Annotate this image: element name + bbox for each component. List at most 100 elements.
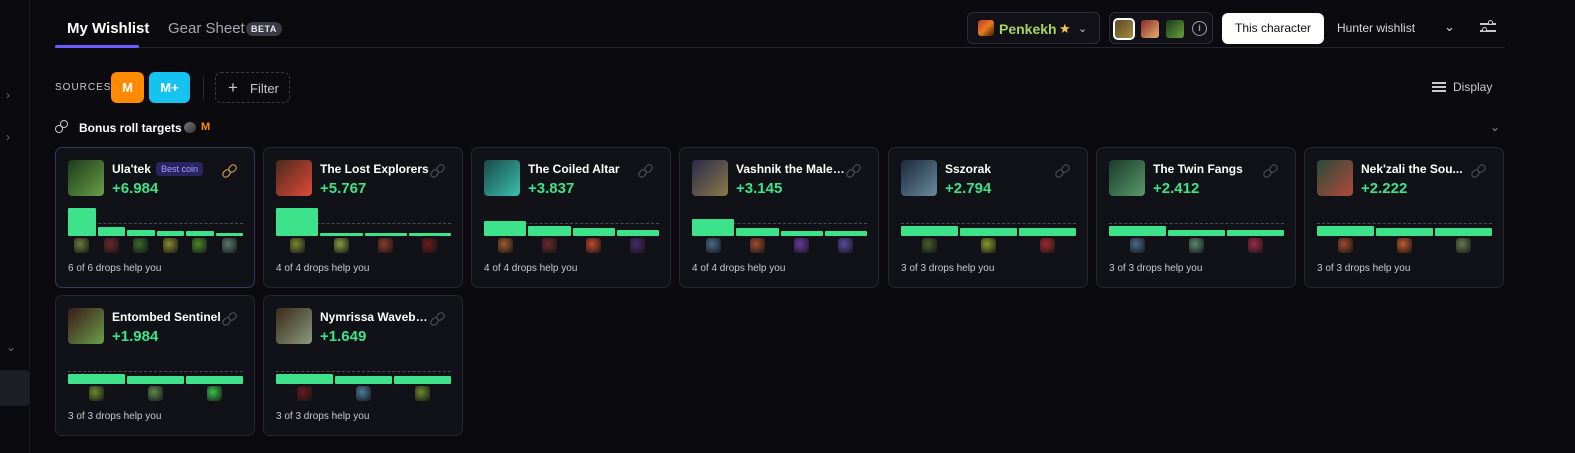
drop-value-bar	[616, 230, 659, 236]
chevron-down-icon: ⌄	[1078, 23, 1088, 35]
item-icon[interactable]	[981, 238, 996, 253]
tab-my-wishlist[interactable]: My Wishlist	[67, 20, 149, 37]
item-icon[interactable]	[422, 238, 438, 253]
item-icon[interactable]	[1248, 238, 1263, 253]
boss-score: +2.222	[1361, 180, 1408, 197]
item-icon[interactable]	[89, 386, 104, 401]
boss-card[interactable]: The Lost Explorers +5.767 4 of 4 drops hel…	[263, 147, 463, 288]
drop-value-bar	[1019, 228, 1076, 236]
item-icon[interactable]	[162, 238, 178, 253]
boss-card[interactable]: Ula'tek Best coin +6.984 6 of 6 drops help …	[55, 147, 255, 288]
source-mythic-plus-button[interactable]: M+	[149, 72, 190, 103]
drop-items	[1317, 238, 1492, 256]
link-icon[interactable]	[636, 162, 655, 180]
drop-value-bar	[127, 230, 155, 236]
drop-value-bar	[156, 231, 184, 236]
chevron-right-icon[interactable]: ›	[6, 88, 10, 102]
boss-portrait	[276, 308, 312, 344]
drop-value-bar	[127, 376, 184, 384]
item-icon[interactable]	[1338, 238, 1353, 253]
item-icon[interactable]	[356, 386, 371, 401]
drop-value-bar	[484, 221, 527, 236]
item-icon[interactable]	[148, 386, 163, 401]
item-icon[interactable]	[630, 238, 646, 253]
drop-value-bar	[901, 226, 958, 236]
item-icon[interactable]	[207, 386, 222, 401]
drop-value-bar	[408, 233, 451, 236]
sliders-icon[interactable]	[1480, 20, 1496, 34]
item-icon[interactable]	[497, 238, 513, 253]
item-icon[interactable]	[1040, 238, 1055, 253]
item-icon[interactable]	[749, 238, 765, 253]
link-icon[interactable]	[220, 162, 239, 180]
drop-value-bar	[364, 233, 407, 236]
drop-items	[901, 238, 1076, 256]
boss-card[interactable]: Nek'zali the Sou... +2.222 3 of 3 drops he…	[1304, 147, 1504, 288]
item-icon[interactable]	[133, 238, 149, 253]
boss-score: +5.767	[320, 180, 367, 197]
item-icon[interactable]	[333, 238, 349, 253]
link-icon[interactable]	[844, 162, 863, 180]
item-icon[interactable]	[415, 386, 430, 401]
link-icon[interactable]	[1053, 162, 1072, 180]
item-icon[interactable]	[922, 238, 937, 253]
link-icon[interactable]	[1261, 162, 1280, 180]
boss-card[interactable]: Vashnik the Malevolent +3.145 4 of 4 drops…	[679, 147, 879, 288]
spec-icon-marksmanship[interactable]	[1141, 20, 1159, 38]
item-icon[interactable]	[297, 386, 312, 401]
link-icon[interactable]	[220, 310, 239, 328]
spec-icon-beast-mastery[interactable]	[1113, 18, 1135, 40]
boss-card[interactable]: Entombed Sentinel +1.984 3 of 3 drops help…	[55, 295, 255, 436]
item-icon[interactable]	[1456, 238, 1471, 253]
link-icon[interactable]	[428, 162, 447, 180]
drops-summary: 3 of 3 drops help you	[276, 411, 370, 422]
source-mythic-button[interactable]: M	[111, 72, 144, 103]
item-icon[interactable]	[1397, 238, 1412, 253]
item-icon[interactable]	[794, 238, 810, 253]
boss-portrait	[68, 160, 104, 196]
drop-value-bar	[68, 374, 125, 384]
item-icon[interactable]	[586, 238, 602, 253]
drop-value-bar	[824, 231, 867, 236]
item-icon[interactable]	[192, 238, 208, 253]
info-icon[interactable]: i	[1192, 21, 1207, 36]
link-icon[interactable]	[428, 310, 447, 328]
item-icon[interactable]	[221, 238, 237, 253]
boss-card[interactable]: Sszorak +2.794 3 of 3 drops help you	[888, 147, 1088, 288]
top-bar: My Wishlist Gear Sheet BETA Penkekh ★ ⌄ …	[55, 0, 1505, 48]
hunter-wishlist-button[interactable]: Hunter wishlist	[1337, 21, 1415, 35]
link-icon[interactable]	[1469, 162, 1488, 180]
boss-score: +1.649	[320, 328, 367, 345]
drops-summary: 3 of 3 drops help you	[1317, 263, 1411, 274]
item-icon[interactable]	[74, 238, 90, 253]
drop-value-bar	[572, 228, 615, 236]
drop-value-bars	[276, 350, 451, 384]
item-icon[interactable]	[1189, 238, 1204, 253]
rail-active-item[interactable]	[0, 370, 30, 406]
drop-value-bar	[186, 231, 214, 236]
item-icon[interactable]	[838, 238, 854, 253]
character-select[interactable]: Penkekh ★ ⌄	[967, 12, 1100, 44]
item-icon[interactable]	[1130, 238, 1145, 253]
drop-value-bar	[1376, 228, 1433, 236]
chevron-down-icon[interactable]: ⌄	[1490, 120, 1500, 134]
item-icon[interactable]	[378, 238, 394, 253]
display-label: Display	[1453, 80, 1493, 94]
this-character-button[interactable]: This character	[1222, 13, 1324, 44]
drop-value-bar	[276, 208, 319, 236]
baseline	[901, 223, 1076, 224]
item-icon[interactable]	[103, 238, 119, 253]
boss-card[interactable]: The Coiled Altar +3.837 4 of 4 drops help …	[471, 147, 671, 288]
spec-icon-survival[interactable]	[1166, 20, 1184, 38]
tab-gear-sheet[interactable]: Gear Sheet	[168, 20, 245, 37]
boss-card[interactable]: The Twin Fangs +2.412 3 of 3 drops help yo…	[1096, 147, 1296, 288]
filter-button[interactable]: + Filter	[215, 72, 290, 103]
chevron-down-icon[interactable]: ⌄	[1444, 19, 1455, 35]
boss-card[interactable]: Nymrissa Wavebreaker +1.649 3 of 3 drops h…	[263, 295, 463, 436]
chevron-down-icon[interactable]: ⌄	[6, 340, 16, 354]
item-icon[interactable]	[289, 238, 305, 253]
item-icon[interactable]	[541, 238, 557, 253]
drop-items	[68, 238, 243, 256]
item-icon[interactable]	[705, 238, 721, 253]
chevron-right-icon[interactable]: ›	[6, 130, 10, 144]
